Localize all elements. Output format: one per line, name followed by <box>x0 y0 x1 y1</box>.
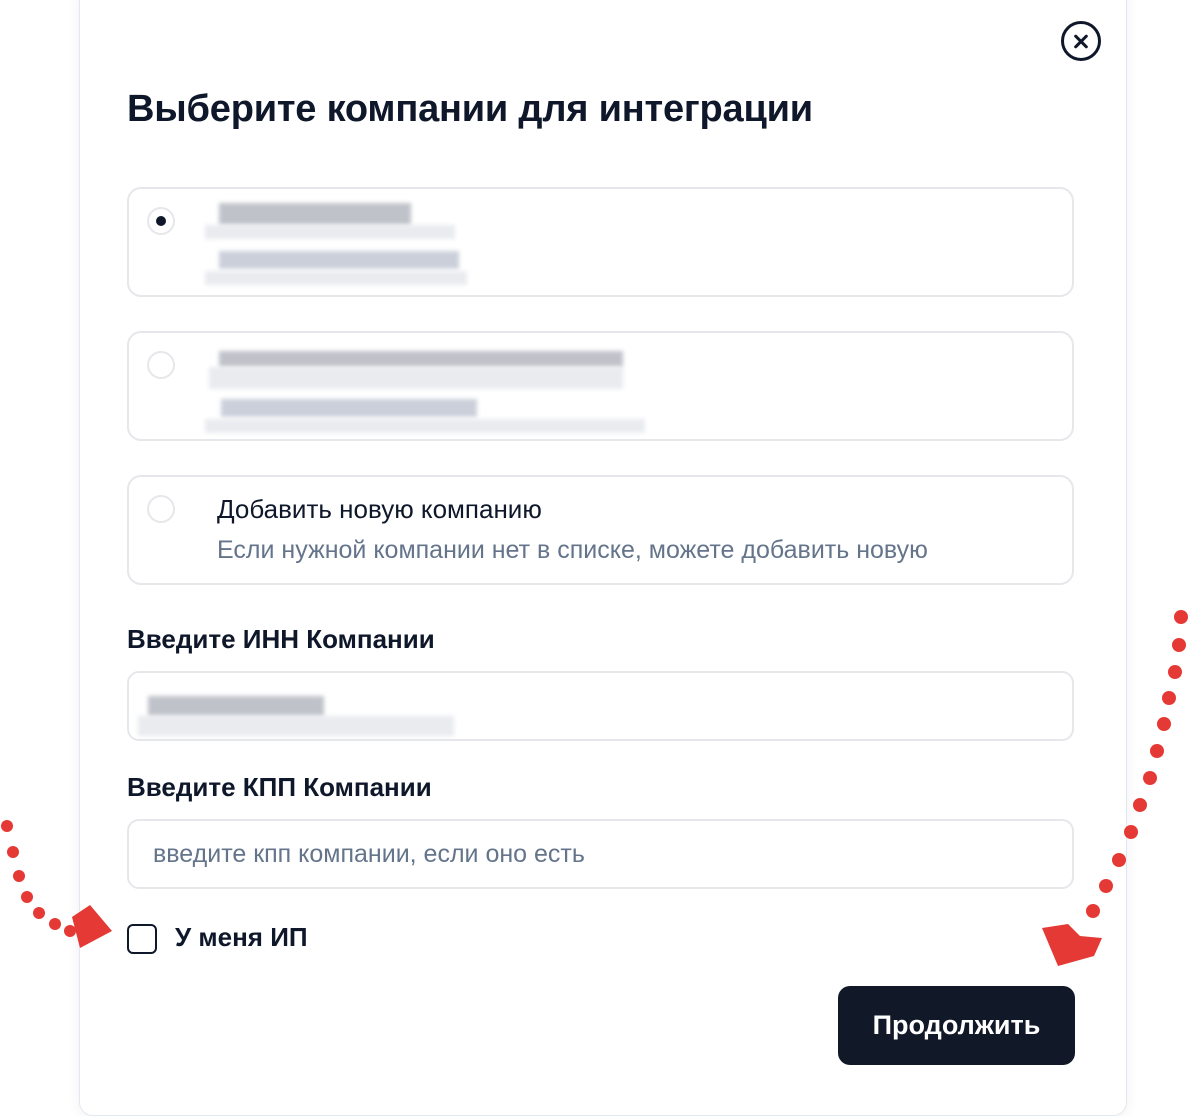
add-new-company-option[interactable]: Добавить новую компанию Если нужной комп… <box>127 475 1074 585</box>
add-new-company-radio[interactable] <box>147 495 175 523</box>
company-option-1-radio[interactable] <box>147 207 175 235</box>
add-new-company-subtitle: Если нужной компании нет в списке, может… <box>217 536 928 564</box>
add-new-company-title: Добавить новую компанию <box>217 494 542 524</box>
close-icon[interactable] <box>1061 21 1101 61</box>
backdrop <box>0 0 80 1116</box>
ip-checkbox-label: У меня ИП <box>175 922 308 952</box>
inn-label: Введите ИНН Компании <box>127 624 435 654</box>
ip-checkbox[interactable] <box>127 924 157 954</box>
company-option-1[interactable] <box>127 187 1074 297</box>
company-option-2-radio[interactable] <box>147 351 175 379</box>
continue-button[interactable]: Продолжить <box>838 986 1075 1065</box>
kpp-input[interactable] <box>127 819 1074 889</box>
kpp-label: Введите КПП Компании <box>127 772 432 802</box>
company-option-2[interactable] <box>127 331 1074 441</box>
modal-title: Выберите компании для интеграции <box>127 88 813 130</box>
